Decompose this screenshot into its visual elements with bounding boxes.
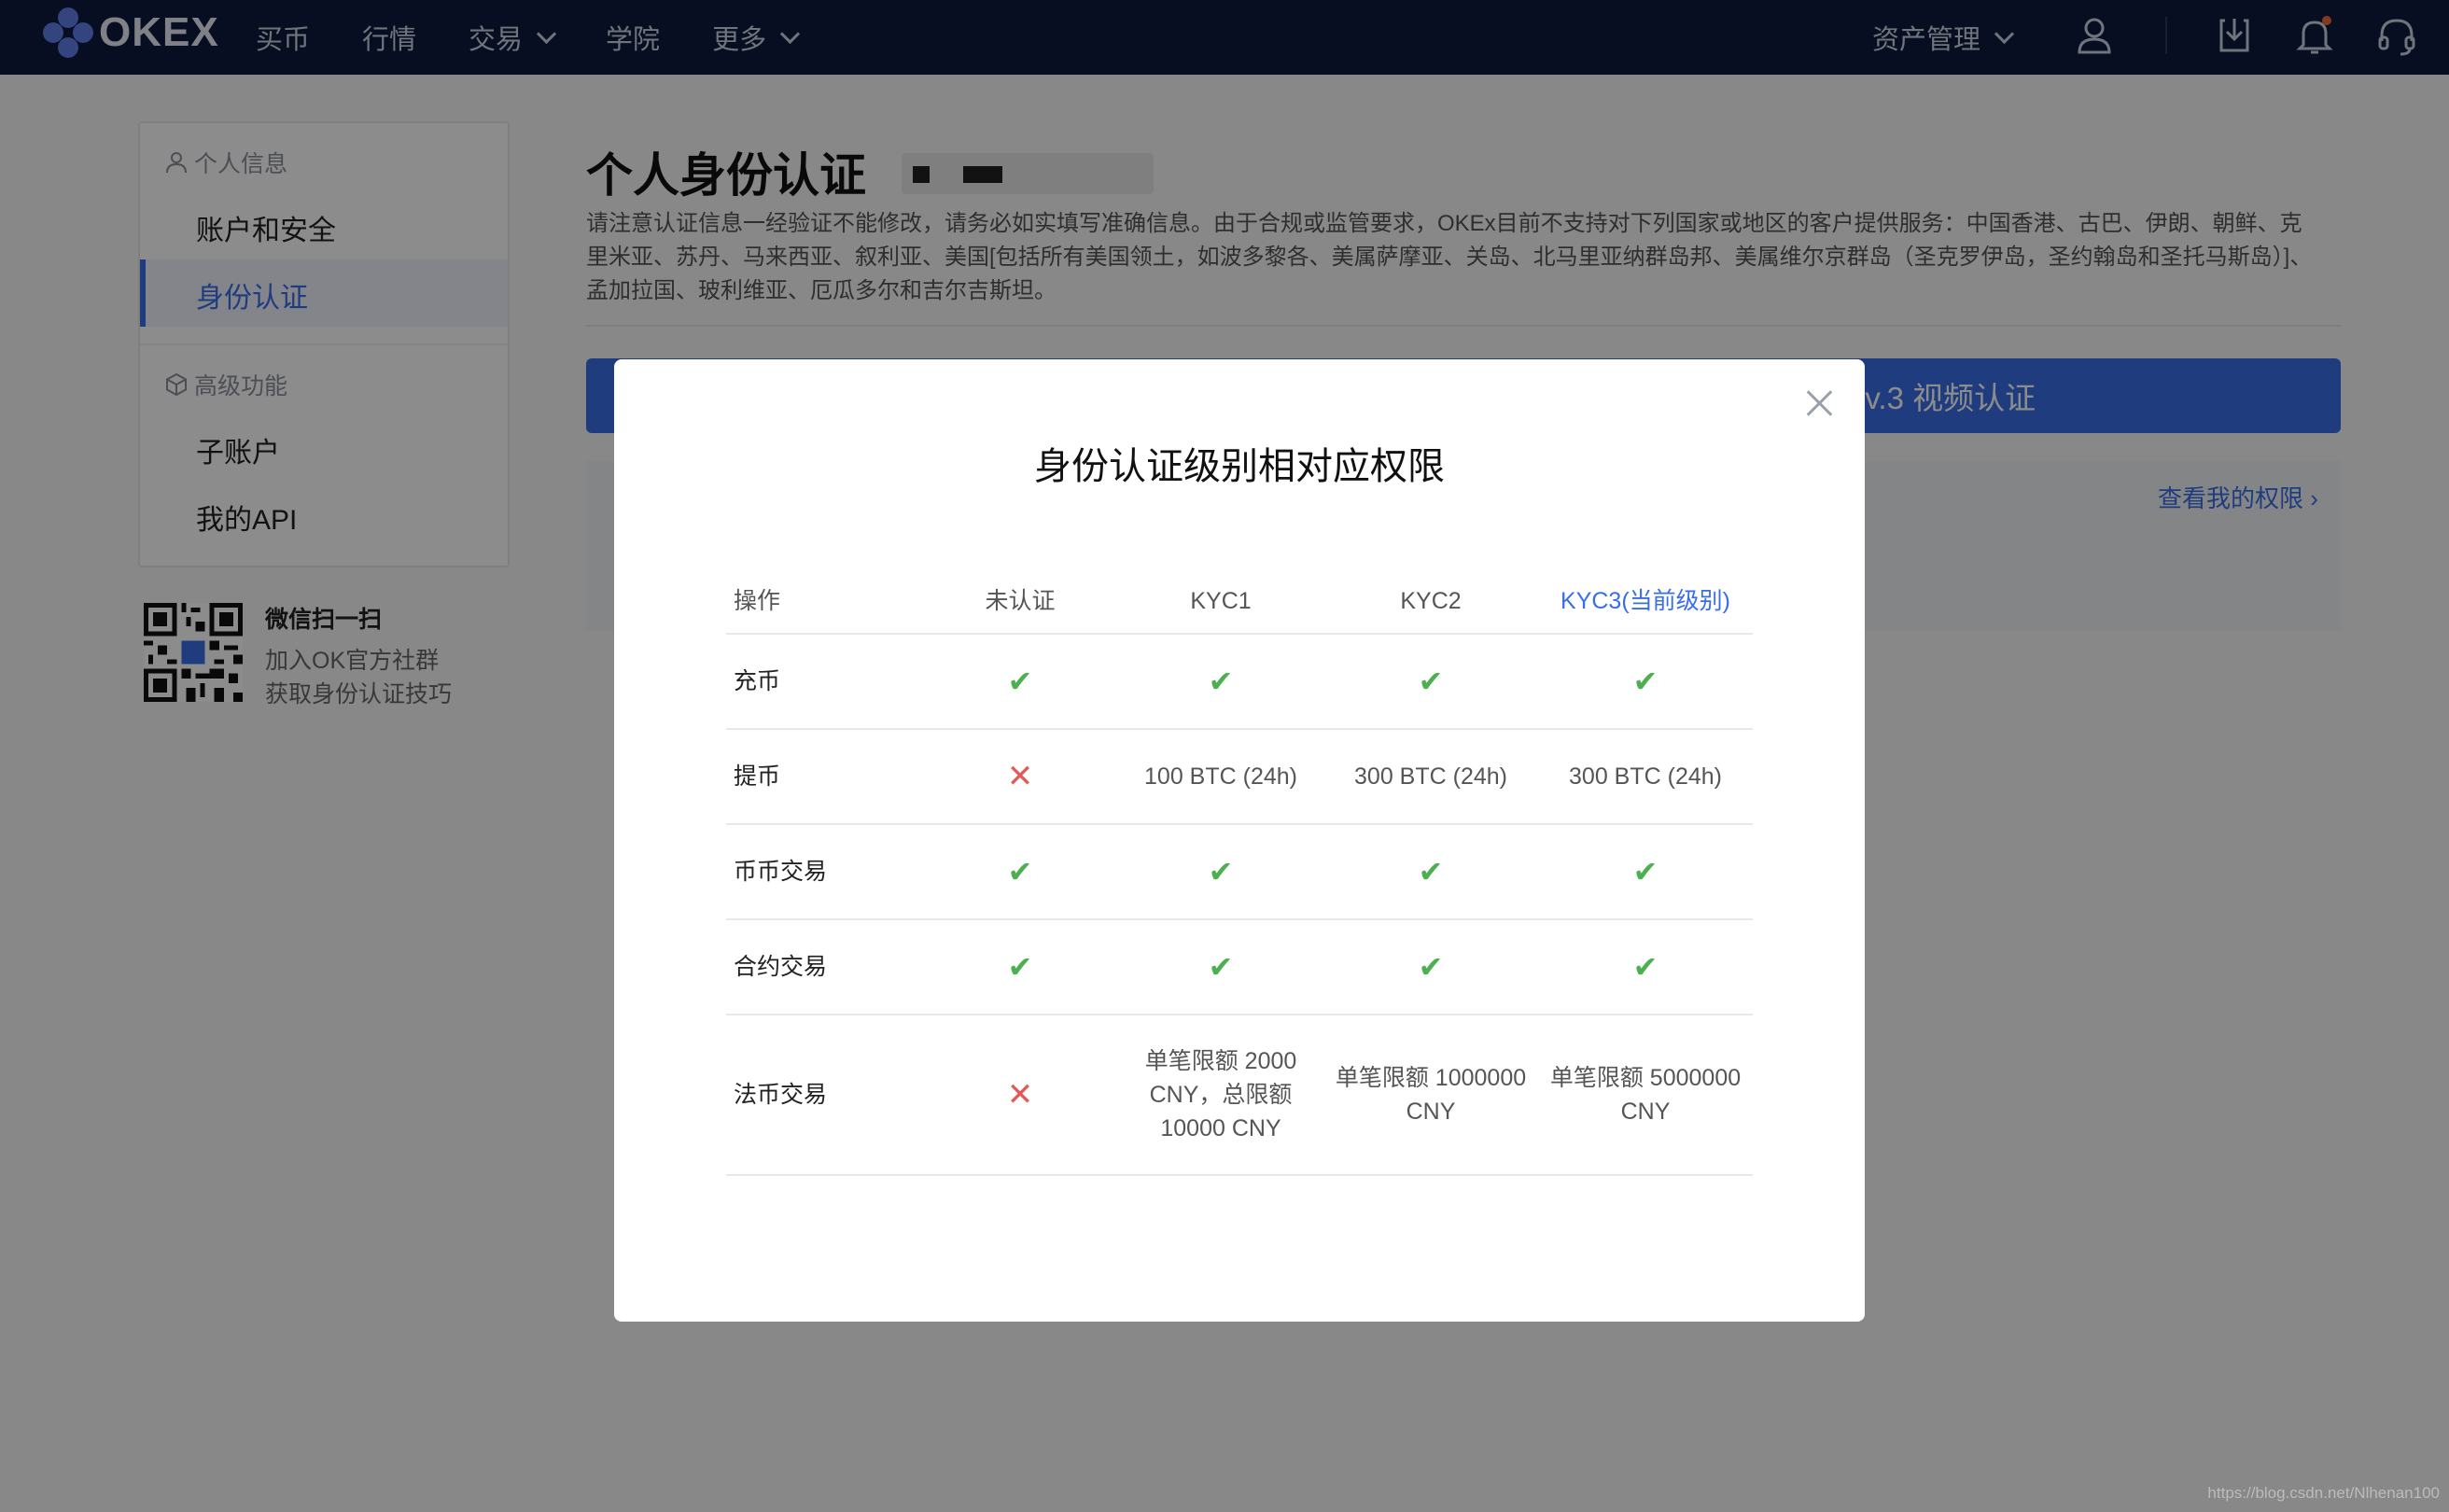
check-icon: ✔ (1418, 854, 1444, 889)
table-row: 币币交易 ✔ ✔ ✔ ✔ (726, 825, 1753, 920)
table-header-row: 操作 未认证 KYC1 KYC2 KYC3(当前级别) (726, 569, 1753, 635)
table-row: 法币交易 ✕ 单笔限额 2000 CNY，总限额 10000 CNY 单笔限额 100… (726, 1015, 1753, 1176)
table-row: 充币 ✔ ✔ ✔ ✔ (726, 635, 1753, 730)
close-icon[interactable] (1805, 389, 1833, 417)
header-kyc3-current: KYC3(当前级别) (1560, 588, 1730, 614)
check-icon: ✔ (1208, 854, 1234, 889)
check-icon: ✔ (1208, 664, 1234, 699)
limit-text: 单笔限额 2000 CNY，总限额 10000 CNY (1144, 1048, 1297, 1141)
check-icon: ✔ (1632, 664, 1658, 699)
table-body: 充币 ✔ ✔ ✔ ✔ 提币 ✕ 100 BTC (24h) 300 BTC (24h) 300 B… (726, 635, 1753, 1176)
cross-icon: ✕ (1006, 1076, 1034, 1113)
limit-text: 单笔限额 1000000 CNY (1335, 1065, 1527, 1125)
table-row: 合约交易 ✔ ✔ ✔ ✔ (726, 920, 1753, 1015)
header-unverified: 未认证 (985, 588, 1056, 614)
permissions-modal: 身份认证级别相对应权限 操作 未认证 KYC1 KYC2 KYC3(当前级别) … (614, 359, 1865, 1322)
limit-text: 100 BTC (24h) (1144, 763, 1297, 790)
table-row: 提币 ✕ 100 BTC (24h) 300 BTC (24h) 300 BTC (24… (726, 730, 1753, 825)
check-icon: ✔ (1007, 854, 1033, 889)
check-icon: ✔ (1418, 664, 1444, 699)
limit-text: 单笔限额 5000000 CNY (1549, 1065, 1742, 1125)
limit-text: 300 BTC (24h) (1354, 763, 1507, 790)
check-icon: ✔ (1007, 664, 1033, 699)
header-kyc1: KYC1 (1190, 588, 1252, 614)
check-icon: ✔ (1418, 949, 1444, 985)
check-icon: ✔ (1208, 949, 1234, 985)
cross-icon: ✕ (1006, 758, 1034, 795)
header-kyc2: KYC2 (1400, 588, 1462, 614)
limit-text: 300 BTC (24h) (1569, 763, 1722, 790)
modal-title: 身份认证级别相对应权限 (1034, 446, 1445, 487)
permissions-table: 操作 未认证 KYC1 KYC2 KYC3(当前级别) 充币 ✔ ✔ ✔ ✔ 提币 ✕ 100… (726, 569, 1753, 1176)
check-icon: ✔ (1632, 949, 1658, 985)
check-icon: ✔ (1632, 854, 1658, 889)
watermark: https://blog.csdn.net/Nlhenan100 (2207, 1484, 2440, 1502)
check-icon: ✔ (1007, 949, 1033, 985)
